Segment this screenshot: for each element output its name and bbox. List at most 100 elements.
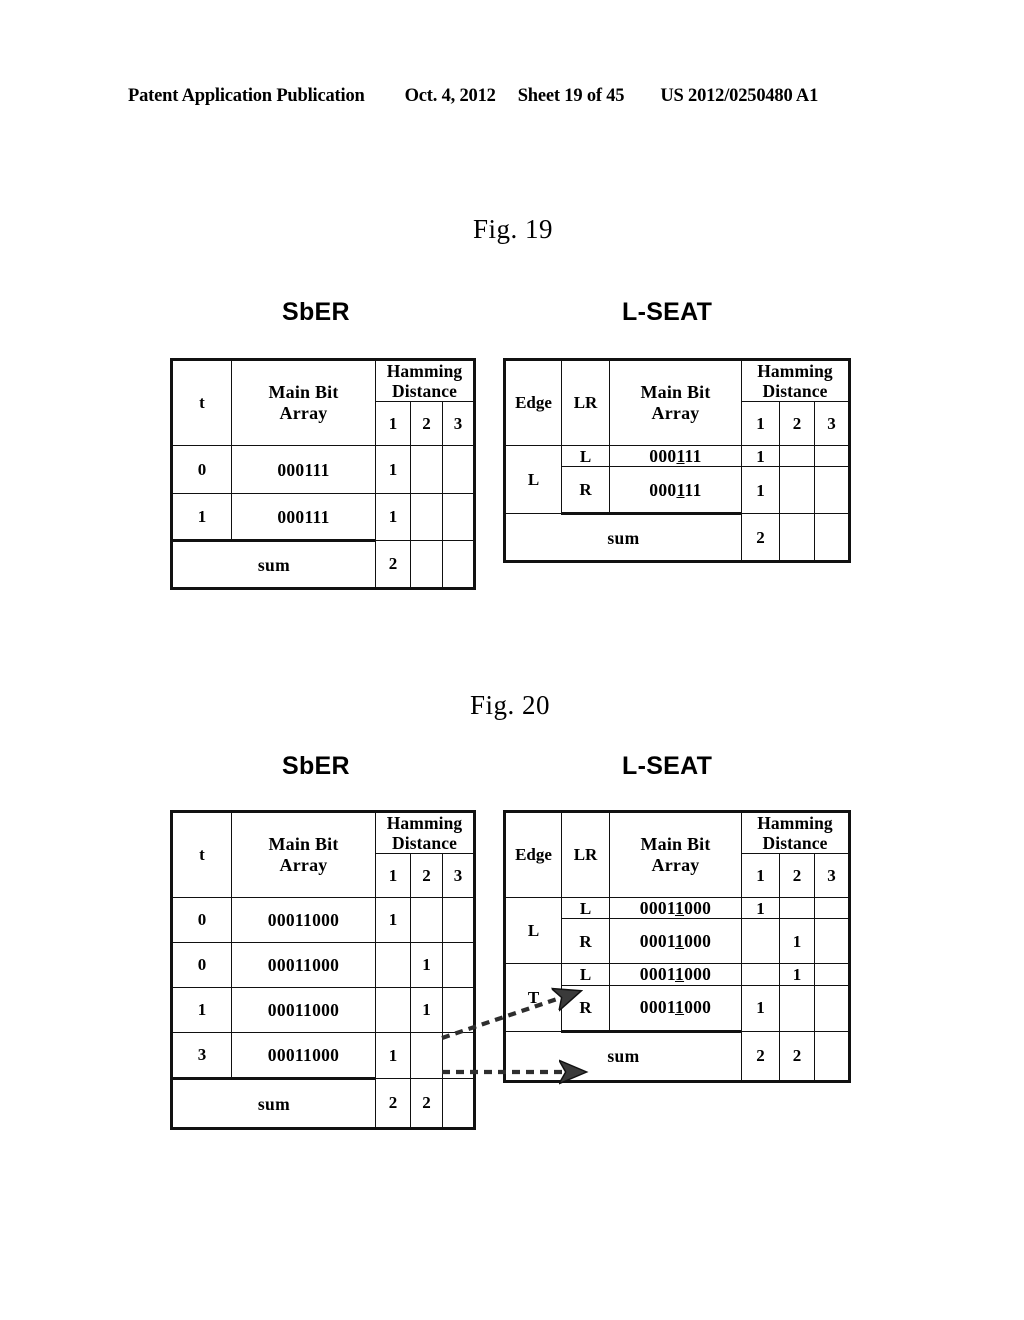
sum-hd-3	[442, 540, 476, 591]
figure-20-sber-title: SbER	[282, 752, 350, 780]
figure-19-sber-table: t Main Bit Array Hamming Distance 1 2 3 …	[170, 357, 476, 591]
patent-number: US 2012/0250480 A1	[660, 86, 819, 106]
sum-hd-1: 2	[375, 540, 411, 591]
header-hd-1: 1	[375, 853, 411, 899]
header-hd-3: 3	[814, 401, 851, 447]
cell-hd-1: 1	[741, 466, 780, 515]
header-main-bit-array-line1: Main Bit	[268, 382, 339, 403]
figure-20-lseat-table: Edge LR Main Bit Array Hamming Distance …	[503, 809, 851, 1083]
cell-t: 3	[170, 1032, 232, 1081]
cell-hd-3	[442, 1032, 476, 1080]
sum-hd-3	[442, 1078, 476, 1131]
header-lr: LR	[561, 357, 610, 447]
header-main-bit-array: Main Bit Array	[609, 809, 742, 899]
figure-20-sber-table: t Main Bit Array Hamming Distance 1 2 3 …	[170, 809, 476, 1131]
cell-hd-3	[442, 493, 476, 542]
sheet-number: Sheet 19 of 45	[517, 86, 625, 106]
table-sum-row: sum 2	[170, 540, 476, 591]
cell-hd-3	[814, 918, 851, 965]
header-hd-2: 2	[779, 401, 815, 447]
sum-label: sum	[503, 1030, 742, 1083]
cell-hd-3	[814, 984, 851, 1032]
page-header: Patent Application Publication Oct. 4, 2…	[128, 86, 896, 107]
header-hd-2: 2	[410, 401, 443, 447]
cell-main-bit-array: 00011000	[231, 942, 376, 989]
figure-20-caption: Fig. 20	[470, 690, 551, 720]
cell-main-bit-array: 000111	[609, 466, 742, 516]
cell-edge: T	[503, 963, 562, 1032]
cell-edge: L	[503, 897, 562, 965]
header-hd-1: 1	[741, 401, 780, 447]
header-hd-3: 3	[442, 853, 476, 899]
cell-main-bit-array: 000111	[231, 493, 376, 543]
header-main-bit-array: Main Bit Array	[609, 357, 742, 447]
cell-t: 0	[170, 897, 232, 944]
table-row: 0 000111 1	[170, 445, 476, 495]
cell-hd-2	[410, 897, 443, 944]
cell-hd-2: 1	[410, 987, 443, 1034]
table-header-row: Edge LR Main Bit Array Hamming Distance	[503, 357, 851, 447]
cell-main-bit-array: 000111	[231, 445, 376, 495]
cell-main-bit-array: 00011000	[609, 918, 742, 965]
cell-main-bit-array: 000111	[609, 445, 742, 468]
figure-20-lseat-title: L-SEAT	[622, 752, 713, 780]
cell-main-bit-array: 00011000	[609, 897, 742, 920]
cell-hd-1: 1	[741, 897, 780, 920]
publication-date: Oct. 4, 2012	[404, 86, 496, 106]
table-row: L L 00011000 1	[503, 897, 851, 965]
figure-19-lseat-table: Edge LR Main Bit Array Hamming Distance …	[503, 357, 851, 564]
cell-hd-3	[814, 466, 851, 515]
header-main-bit-array-line1: Main Bit	[268, 834, 339, 855]
cell-hd-3	[442, 897, 476, 944]
cell-t: 1	[170, 493, 232, 543]
header-main-bit-array: Main Bit Array	[231, 357, 376, 447]
cell-lr: R	[561, 466, 610, 516]
table-row: T L 00011000 1	[503, 963, 851, 1032]
header-hd-2: 2	[779, 853, 815, 899]
cell-lr: L	[561, 897, 610, 920]
sum-hd-2	[779, 513, 815, 564]
cell-hd-2	[779, 897, 815, 920]
cell-hd-1: 1	[375, 493, 411, 542]
table-sum-row: sum 2	[503, 513, 851, 564]
cell-hd-3	[814, 445, 851, 468]
header-hd-3: 3	[442, 401, 476, 447]
sum-hd-2	[410, 540, 443, 591]
cell-hd-1	[741, 918, 780, 965]
cell-hd-1: 1	[375, 897, 411, 944]
header-main-bit-array-line2: Array	[651, 855, 700, 876]
header-main-bit-array-line2: Array	[279, 855, 328, 876]
header-main-bit-array: Main Bit Array	[231, 809, 376, 899]
cell-hd-3	[442, 987, 476, 1034]
cell-main-bit-array: 00011000	[609, 963, 742, 986]
cell-main-bit-array: 00011000	[231, 897, 376, 944]
cell-lr: L	[561, 963, 610, 986]
header-main-bit-array-line2: Array	[651, 403, 700, 424]
sum-hd-3	[814, 513, 851, 564]
header-hd-2: 2	[410, 853, 443, 899]
header-main-bit-array-line1: Main Bit	[640, 834, 711, 855]
table-row: 1 00011000 1	[170, 987, 476, 1034]
table-sum-row: sum 2 2	[503, 1030, 851, 1083]
header-edge: Edge	[503, 357, 562, 447]
sum-hd-1: 2	[375, 1078, 411, 1131]
cell-hd-2	[410, 445, 443, 495]
cell-hd-2	[779, 984, 815, 1032]
cell-lr: R	[561, 918, 610, 965]
sum-hd-3	[814, 1030, 851, 1083]
figure-19-lseat-title: L-SEAT	[622, 298, 713, 326]
cell-lr: R	[561, 984, 610, 1033]
cell-hd-1	[741, 963, 780, 986]
header-lr: LR	[561, 809, 610, 899]
table-sum-row: sum 2 2	[170, 1078, 476, 1131]
header-hamming-distance: Hamming Distance	[741, 809, 851, 855]
table-row: 1 000111 1	[170, 493, 476, 543]
sum-label: sum	[170, 1078, 376, 1131]
cell-edge: L	[503, 445, 562, 515]
cell-hd-2	[410, 1032, 443, 1080]
header-hamming-distance: Hamming Distance	[741, 357, 851, 403]
header-t: t	[170, 357, 232, 447]
table-row: 0 00011000 1	[170, 942, 476, 989]
cell-hd-1: 1	[375, 1032, 411, 1080]
header-hd-3: 3	[814, 853, 851, 899]
